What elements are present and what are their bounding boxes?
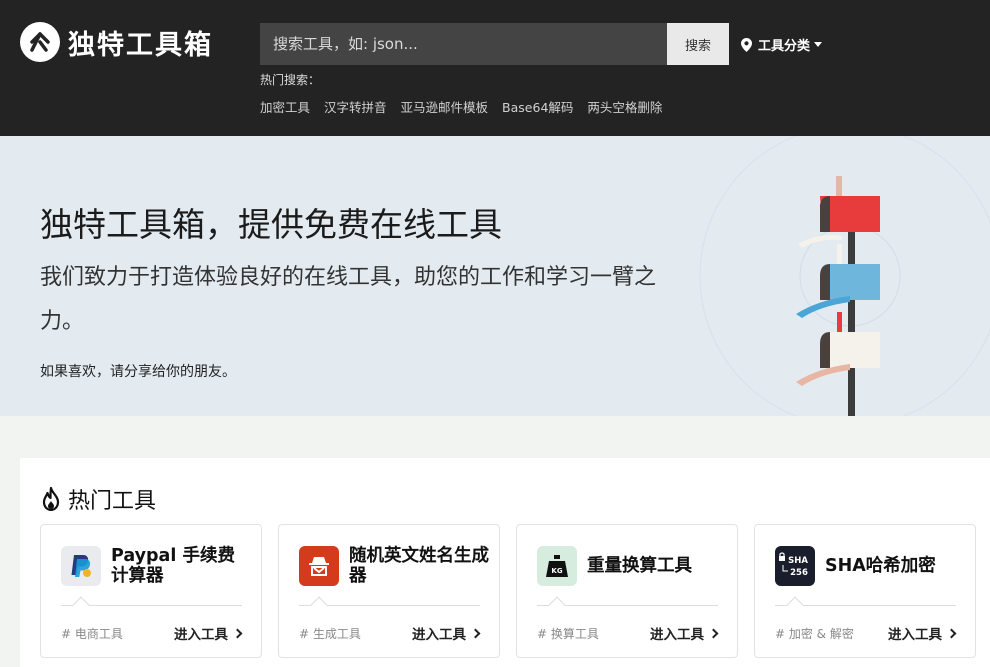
- tool-name: Paypal 手续费计算器: [111, 546, 235, 586]
- hero-share-text: 如果喜欢，请分享给你的朋友。: [40, 364, 236, 380]
- site-header: 独特工具箱 搜索 工具分类 热门搜索： 加密工具 汉字转拼音 亚马逊邮件模板 B…: [0, 0, 990, 136]
- enter-tool-label: 进入工具: [650, 627, 704, 643]
- card-notch: [310, 596, 328, 614]
- hot-link-trim-spaces[interactable]: 两头空格删除: [587, 97, 662, 116]
- site-name: 独特工具箱: [68, 29, 213, 61]
- tool-tag[interactable]: # 加密 & 解密: [775, 625, 854, 642]
- svg-text:KG: KG: [551, 567, 562, 575]
- hot-link-encryption[interactable]: 加密工具: [260, 97, 310, 116]
- svg-text:256: 256: [790, 568, 808, 578]
- hero-title: 独特工具箱，提供免费在线工具: [40, 205, 502, 244]
- search-button[interactable]: 搜索: [667, 23, 729, 65]
- tool-card-weight-convert[interactable]: KG 重量换算工具 # 换算工具 进入工具: [516, 524, 738, 658]
- hot-search-label: 热门搜索：: [260, 73, 321, 87]
- hero-banner: 独特工具箱，提供免费在线工具 我们致力于打造体验良好的在线工具，助您的工作和学习…: [0, 136, 990, 416]
- tool-name: 重量换算工具: [587, 556, 692, 576]
- hot-link-pinyin[interactable]: 汉字转拼音: [324, 97, 387, 116]
- tool-tag[interactable]: # 电商工具: [61, 625, 123, 642]
- enter-tool-label: 进入工具: [888, 627, 942, 643]
- location-pin-icon: [741, 37, 752, 52]
- categories-label: 工具分类: [758, 39, 811, 54]
- enter-tool-link[interactable]: 进入工具: [174, 623, 243, 643]
- enter-tool-link[interactable]: 进入工具: [650, 623, 719, 643]
- site-logo[interactable]: 独特工具箱: [20, 22, 213, 62]
- fire-icon: [42, 487, 60, 511]
- enter-tool-label: 进入工具: [412, 627, 466, 643]
- hot-link-amazon-email[interactable]: 亚马逊邮件模板: [401, 97, 489, 116]
- card-notch: [548, 596, 566, 614]
- chevron-right-icon: [708, 628, 719, 638]
- tool-card-random-name[interactable]: 随机英文姓名生成器 # 生成工具 进入工具: [278, 524, 500, 658]
- hot-tools-panel: 热门工具 Paypal 手续费计算器 # 电商工具 进入工具 随机英文姓名生成器…: [20, 458, 990, 667]
- paypal-icon: [61, 546, 101, 586]
- tool-tag[interactable]: # 换算工具: [537, 625, 599, 642]
- categories-dropdown[interactable]: 工具分类: [741, 35, 823, 54]
- chevron-right-icon: [946, 628, 957, 638]
- tool-card-paypal-fee[interactable]: Paypal 手续费计算器 # 电商工具 进入工具: [40, 524, 262, 658]
- hero-subtitle: 我们致力于打造体验良好的在线工具，助您的工作和学习一臂之力。: [40, 265, 657, 334]
- svg-text:SHA: SHA: [788, 556, 808, 566]
- enter-tool-link[interactable]: 进入工具: [888, 623, 957, 643]
- weight-icon: KG: [537, 546, 577, 586]
- tool-tag[interactable]: # 生成工具: [299, 625, 361, 642]
- caret-down-icon: [814, 42, 823, 47]
- card-notch: [72, 596, 90, 614]
- tool-name: 随机英文姓名生成器: [349, 546, 489, 586]
- chevron-right-icon: [470, 628, 481, 638]
- enter-tool-label: 进入工具: [174, 627, 228, 643]
- card-notch: [786, 596, 804, 614]
- hot-search-links: 加密工具 汉字转拼音 亚马逊邮件模板 Base64解码 两头空格删除: [260, 97, 662, 116]
- hot-tools-title: 热门工具: [68, 489, 157, 514]
- search-input[interactable]: [260, 23, 667, 65]
- spy-icon: [299, 546, 339, 586]
- hot-link-base64[interactable]: Base64解码: [502, 97, 573, 116]
- mailbox-illustration-icon: [699, 136, 990, 416]
- tool-card-sha-hash[interactable]: SHA 256 SHA哈希加密 # 加密 & 解密 进入工具: [754, 524, 976, 658]
- logo-icon: [20, 22, 60, 62]
- enter-tool-link[interactable]: 进入工具: [412, 623, 481, 643]
- tool-name: SHA哈希加密: [825, 556, 936, 576]
- sha256-icon: SHA 256: [775, 546, 815, 586]
- hot-tools-heading: 热门工具: [40, 483, 156, 515]
- chevron-right-icon: [232, 628, 243, 638]
